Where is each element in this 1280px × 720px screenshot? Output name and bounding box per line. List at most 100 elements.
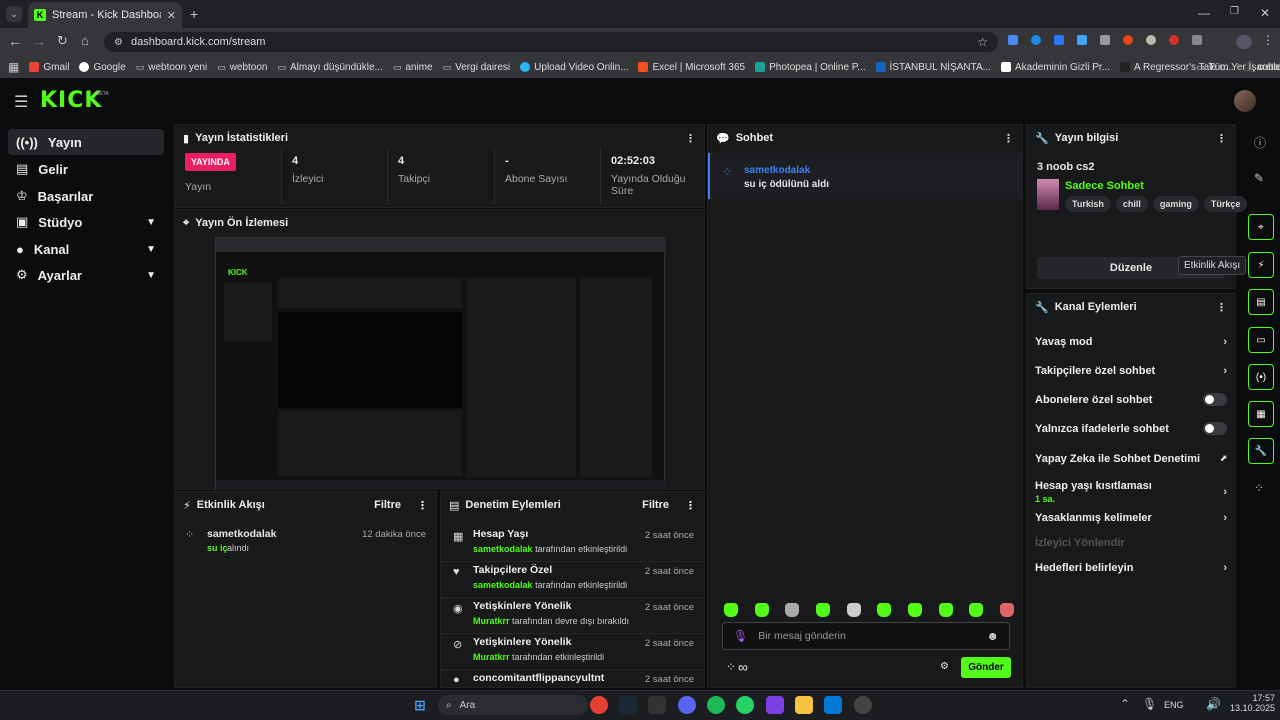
puzzle-extension-icon[interactable] [1192, 35, 1202, 45]
sidebar-item-ayarlar[interactable]: ⚙ Ayarlar ▼ [8, 262, 164, 288]
reload-icon[interactable]: ↻ [57, 33, 68, 49]
store-icon[interactable] [824, 696, 842, 714]
language-indicator[interactable]: ENG [1164, 700, 1184, 710]
browser-menu-icon[interactable]: ⋮ [1262, 33, 1274, 47]
microphone-icon[interactable]: 🎙 [1142, 697, 1157, 711]
action-followers-only[interactable]: Takipçilere özel sohbet › [1027, 356, 1235, 385]
bookmark-star-icon[interactable]: ☆ [977, 35, 988, 49]
site-info-icon[interactable]: ⚙ [114, 37, 123, 48]
bookmark-item[interactable]: ▭ webtoon [217, 62, 267, 73]
subscribers-only-toggle[interactable] [1203, 393, 1227, 406]
more-options-icon[interactable]: ⋮ [417, 499, 428, 512]
maximize-icon[interactable]: ❐ [1230, 6, 1239, 17]
sidebar-item-studyo[interactable]: ▣ Stüdyo ▼ [8, 209, 164, 235]
filter-button[interactable]: Filtre [642, 499, 669, 511]
spotify-icon[interactable] [707, 696, 725, 714]
windows-start-icon[interactable]: ⊞ [411, 696, 429, 714]
address-bar[interactable]: ⚙ dashboard.kick.com/stream ☆ [104, 32, 998, 52]
terminal-icon[interactable] [648, 696, 666, 714]
more-options-icon[interactable]: ⋮ [685, 132, 696, 145]
all-bookmarks[interactable]: ▭ Tüm Yer İşaretleri [1196, 62, 1280, 73]
pencil-icon[interactable]: ✎ [1254, 171, 1264, 185]
kick-logo[interactable]: KICK [40, 88, 102, 113]
extension-icon[interactable] [1077, 35, 1087, 45]
emote-icon[interactable] [907, 603, 922, 617]
steam-icon[interactable] [619, 696, 637, 714]
whatsapp-icon[interactable] [736, 696, 754, 714]
translate-extension-icon[interactable] [1008, 35, 1018, 45]
bookmark-item[interactable]: ▭ webtoon yeni [136, 62, 207, 73]
minimize-icon[interactable]: — [1198, 6, 1210, 20]
emote-icon[interactable] [999, 603, 1014, 617]
chat-icon[interactable]: ▭ [1248, 327, 1274, 353]
broadcast-icon[interactable]: (•) [1248, 364, 1274, 390]
activity-feed-icon[interactable]: ⚡ [1248, 252, 1274, 278]
microphone-icon[interactable]: 🎙 [733, 629, 748, 643]
emoji-icon[interactable]: ☻ [986, 629, 999, 643]
kick-badge-icon[interactable]: ⁘ [1254, 481, 1264, 495]
tag[interactable]: Türkçe [1203, 196, 1248, 212]
emote-icon[interactable] [846, 603, 861, 617]
more-options-icon[interactable]: ⋮ [1216, 132, 1227, 145]
emote-icon[interactable] [754, 603, 769, 617]
bookmark-item[interactable]: ▭ Almayı düşündükle... [278, 62, 383, 73]
emote-icon[interactable] [724, 603, 738, 617]
extension-icon[interactable] [1100, 35, 1110, 45]
filter-button[interactable]: Filtre [374, 499, 401, 511]
more-options-icon[interactable]: ⋮ [1216, 301, 1227, 314]
send-button[interactable]: Gönder [961, 657, 1011, 678]
sidebar-item-kanal[interactable]: ● Kanal ▼ [8, 236, 164, 262]
user-avatar[interactable] [1234, 90, 1256, 112]
emote-icon[interactable] [785, 603, 800, 617]
emote-icon[interactable] [938, 603, 953, 617]
extension-icon[interactable] [1031, 35, 1041, 45]
wrench-icon[interactable]: 🔧 [1248, 438, 1274, 464]
bookmark-item[interactable]: Excel | Microsoft 365 [638, 62, 745, 73]
volume-icon[interactable]: 🔊 [1206, 697, 1221, 711]
discord-icon[interactable] [678, 696, 696, 714]
new-tab-icon[interactable]: + [190, 6, 198, 22]
more-options-icon[interactable]: ⋮ [1003, 132, 1014, 145]
tray-chevron-icon[interactable]: ⌃ [1120, 697, 1130, 711]
bookmark-item[interactable]: ▭ Vergi dairesi [443, 62, 511, 73]
extension-icon[interactable] [1146, 35, 1156, 45]
preview-toggle-icon[interactable]: ⌖ [1248, 214, 1274, 240]
forward-icon[interactable]: → [32, 33, 46, 49]
close-tab-icon[interactable]: ✕ [167, 9, 176, 22]
apps-icon[interactable]: ▦ [8, 60, 19, 74]
tab-search-icon[interactable]: ⌄ [6, 6, 22, 22]
obs-icon[interactable] [854, 696, 872, 714]
extension-icon[interactable] [1123, 35, 1133, 45]
action-ai-moderation[interactable]: Yapay Zeka ile Sohbet Denetimi ⬈ [1027, 444, 1235, 473]
document-icon[interactable]: ▤ [1248, 289, 1274, 315]
info-icon[interactable]: ⓘ [1254, 134, 1266, 151]
bookmark-item[interactable]: Akademinin Gizli Pr... [1001, 62, 1110, 73]
emote-only-toggle[interactable] [1203, 422, 1227, 435]
tag[interactable]: chill [1115, 196, 1148, 212]
stats-icon[interactable]: ▦ [1248, 401, 1274, 427]
tag[interactable]: Turkish [1065, 196, 1111, 212]
clock[interactable]: 17:57 13.10.2025 [1230, 693, 1275, 713]
bookmark-item[interactable]: Gmail [29, 62, 69, 73]
ublock-extension-icon[interactable] [1169, 35, 1179, 45]
home-icon[interactable]: ⌂ [81, 33, 89, 48]
app-icon[interactable] [766, 696, 784, 714]
action-slow-mode[interactable]: Yavaş mod › [1027, 327, 1235, 356]
bookmark-item[interactable]: Upload Video Onlin... [520, 62, 628, 73]
sidebar-item-yayin[interactable]: ((•)) Yayın [8, 129, 164, 155]
file-explorer-icon[interactable] [795, 696, 813, 714]
taskbar-search[interactable]: ⌕ Ara [438, 695, 588, 715]
window-close-icon[interactable]: ✕ [1260, 6, 1270, 20]
settings-gear-icon[interactable]: ⚙ [940, 661, 949, 672]
bookmark-item[interactable]: Photopea | Online P... [755, 62, 866, 73]
action-goals[interactable]: Hedefleri belirleyin › [1027, 553, 1235, 582]
tag[interactable]: gaming [1152, 196, 1199, 212]
emote-icon[interactable] [877, 603, 892, 617]
hamburger-menu-icon[interactable]: ☰ [14, 92, 28, 112]
back-icon[interactable]: ← [8, 33, 22, 49]
browser-tab[interactable]: K Stream - Kick Dashboard ✕ [28, 2, 182, 28]
preview-video[interactable]: KICK [215, 237, 666, 490]
chat-input[interactable]: 🎙 Bir mesaj gönderin ☻ [722, 622, 1010, 650]
category-link[interactable]: Sadece Sohbet [1065, 180, 1144, 192]
sidebar-item-gelir[interactable]: ▤ Gelir [8, 156, 164, 182]
